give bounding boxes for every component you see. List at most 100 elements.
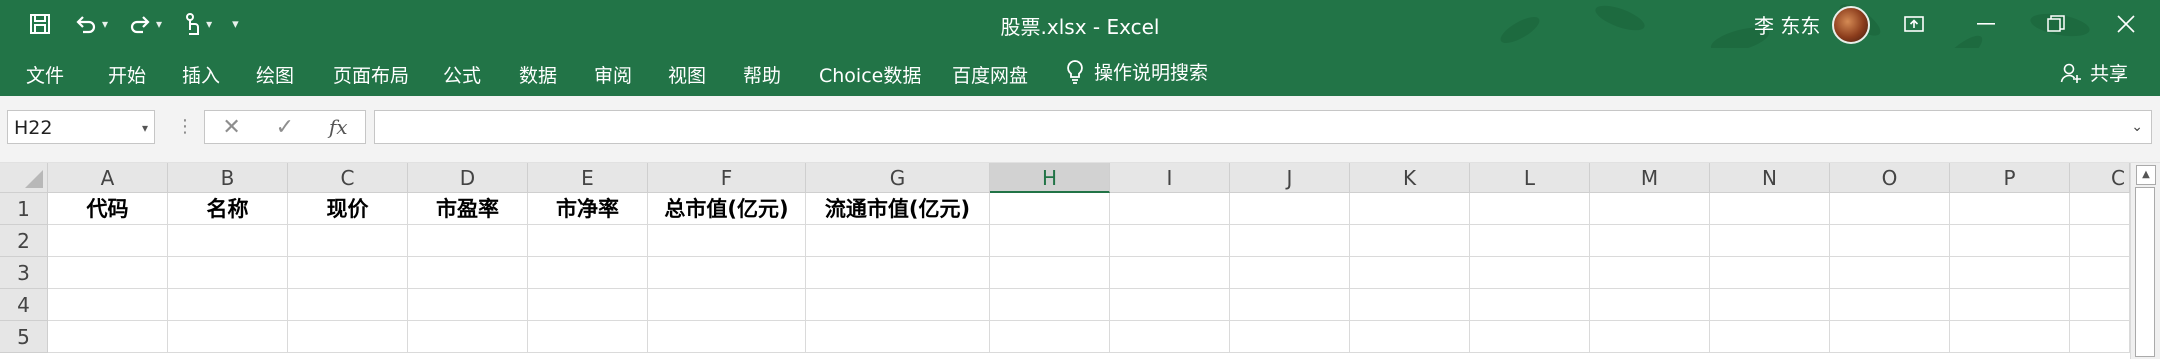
cell-e3[interactable] (528, 257, 648, 289)
ribbon-display-options-button[interactable] (1880, 0, 1948, 48)
insert-function-button[interactable]: fx (329, 115, 348, 139)
cell-i2[interactable] (1110, 225, 1230, 257)
cell-e5[interactable] (528, 321, 648, 353)
cell-d3[interactable] (408, 257, 528, 289)
cell-h4[interactable] (990, 289, 1110, 321)
cell-a3[interactable] (48, 257, 168, 289)
column-header-j[interactable]: J (1230, 163, 1350, 193)
close-button[interactable] (2092, 0, 2160, 48)
tab-home[interactable]: 开始 (108, 61, 146, 88)
cell-m5[interactable] (1590, 321, 1710, 353)
cell-h1[interactable] (990, 193, 1110, 225)
cell-f1[interactable]: 总市值(亿元) (648, 193, 806, 225)
scroll-up-icon[interactable]: ▲ (2136, 165, 2156, 185)
cell-e1[interactable]: 市净率 (528, 193, 648, 225)
cell-p4[interactable] (1950, 289, 2070, 321)
vertical-scrollbar[interactable]: ▲ (2130, 163, 2160, 359)
cell-n3[interactable] (1710, 257, 1830, 289)
tab-help[interactable]: 帮助 (743, 61, 781, 88)
tab-view[interactable]: 视图 (668, 61, 706, 88)
cell-q3[interactable] (2070, 257, 2130, 289)
restore-button[interactable] (2022, 0, 2090, 48)
share-button[interactable]: 共享 (2060, 59, 2128, 86)
cell-f3[interactable] (648, 257, 806, 289)
cell-m1[interactable] (1590, 193, 1710, 225)
cell-k1[interactable] (1350, 193, 1470, 225)
cell-m4[interactable] (1590, 289, 1710, 321)
column-header-l[interactable]: L (1470, 163, 1590, 193)
cell-l3[interactable] (1470, 257, 1590, 289)
cell-n4[interactable] (1710, 289, 1830, 321)
cell-h3[interactable] (990, 257, 1110, 289)
column-header-d[interactable]: D (408, 163, 528, 193)
tab-data[interactable]: 数据 (519, 61, 557, 88)
formula-input[interactable]: ⌄ (374, 110, 2152, 144)
cell-j5[interactable] (1230, 321, 1350, 353)
cell-p1[interactable] (1950, 193, 2070, 225)
cell-q2[interactable] (2070, 225, 2130, 257)
cell-o4[interactable] (1830, 289, 1950, 321)
cell-g2[interactable] (806, 225, 990, 257)
cell-i1[interactable] (1110, 193, 1230, 225)
column-header-f[interactable]: F (648, 163, 806, 193)
column-header-n[interactable]: N (1710, 163, 1830, 193)
column-header-o[interactable]: O (1830, 163, 1950, 193)
column-header-g[interactable]: G (806, 163, 990, 193)
resize-handle-icon[interactable]: ⋮ (176, 116, 194, 137)
cell-i4[interactable] (1110, 289, 1230, 321)
cell-q4[interactable] (2070, 289, 2130, 321)
cell-g3[interactable] (806, 257, 990, 289)
cell-h2[interactable] (990, 225, 1110, 257)
tab-file[interactable]: 文件 (26, 61, 64, 88)
column-header-p[interactable]: P (1950, 163, 2070, 193)
cell-p3[interactable] (1950, 257, 2070, 289)
cell-b4[interactable] (168, 289, 288, 321)
cell-a4[interactable] (48, 289, 168, 321)
tell-me-search[interactable]: 操作说明搜索 (1066, 58, 1208, 85)
cell-k2[interactable] (1350, 225, 1470, 257)
cell-l2[interactable] (1470, 225, 1590, 257)
cell-o2[interactable] (1830, 225, 1950, 257)
cell-q1[interactable] (2070, 193, 2130, 225)
cell-g4[interactable] (806, 289, 990, 321)
cell-n5[interactable] (1710, 321, 1830, 353)
cell-d1[interactable]: 市盈率 (408, 193, 528, 225)
cell-i3[interactable] (1110, 257, 1230, 289)
column-header-b[interactable]: B (168, 163, 288, 193)
cell-a5[interactable] (48, 321, 168, 353)
cell-d5[interactable] (408, 321, 528, 353)
tab-page-layout[interactable]: 页面布局 (333, 61, 409, 88)
cell-c2[interactable] (288, 225, 408, 257)
cell-a2[interactable] (48, 225, 168, 257)
cell-m2[interactable] (1590, 225, 1710, 257)
cell-p5[interactable] (1950, 321, 2070, 353)
tab-insert[interactable]: 插入 (182, 61, 220, 88)
cell-l1[interactable] (1470, 193, 1590, 225)
cell-k3[interactable] (1350, 257, 1470, 289)
expand-formula-bar-icon[interactable]: ⌄ (2131, 119, 2143, 135)
chevron-down-icon[interactable]: ▾ (142, 111, 148, 145)
row-header-5[interactable]: 5 (0, 321, 48, 353)
cell-d2[interactable] (408, 225, 528, 257)
column-header-m[interactable]: M (1590, 163, 1710, 193)
cell-p2[interactable] (1950, 225, 2070, 257)
cell-j2[interactable] (1230, 225, 1350, 257)
cell-f4[interactable] (648, 289, 806, 321)
row-header-4[interactable]: 4 (0, 289, 48, 321)
scrollbar-thumb[interactable] (2135, 187, 2155, 357)
column-header-c[interactable]: C (288, 163, 408, 193)
cell-l4[interactable] (1470, 289, 1590, 321)
tab-choice-data[interactable]: Choice数据 (819, 61, 921, 88)
column-header-q[interactable]: C (2070, 163, 2130, 193)
column-header-i[interactable]: I (1110, 163, 1230, 193)
cell-j1[interactable] (1230, 193, 1350, 225)
cell-a1[interactable]: 代码 (48, 193, 168, 225)
tab-draw[interactable]: 绘图 (256, 61, 294, 88)
row-header-2[interactable]: 2 (0, 225, 48, 257)
cell-f5[interactable] (648, 321, 806, 353)
cell-n2[interactable] (1710, 225, 1830, 257)
cell-b3[interactable] (168, 257, 288, 289)
cell-e2[interactable] (528, 225, 648, 257)
cell-h5[interactable] (990, 321, 1110, 353)
column-header-a[interactable]: A (48, 163, 168, 193)
